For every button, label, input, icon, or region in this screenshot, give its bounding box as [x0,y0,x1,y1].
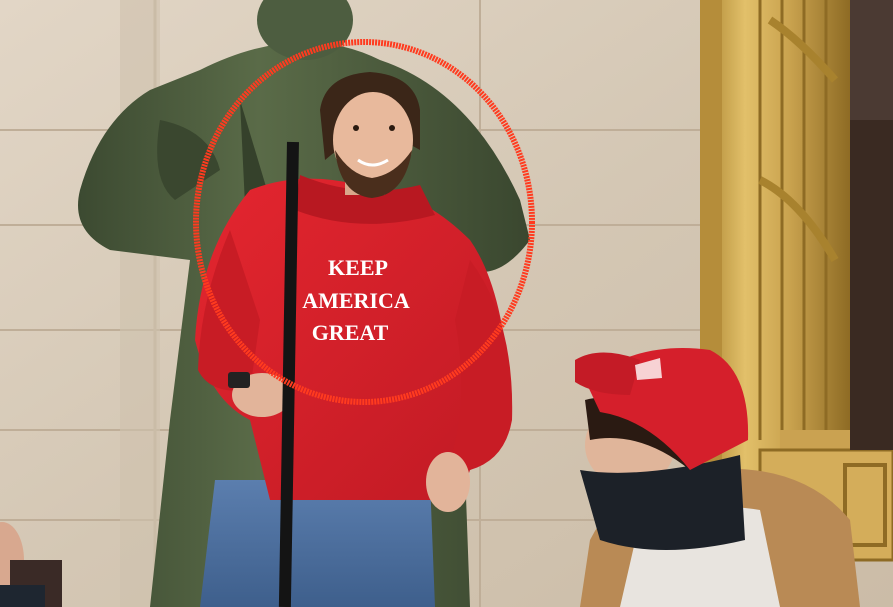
hoodie-text-line3: GREAT [312,320,389,345]
photo-scene: KEEP AMERICA GREAT [0,0,893,607]
hoodie-text-line2: AMERICA [302,288,410,313]
hoodie-text-line1: KEEP [328,255,388,280]
painting [850,0,893,450]
photo-canvas: KEEP AMERICA GREAT [0,0,893,607]
